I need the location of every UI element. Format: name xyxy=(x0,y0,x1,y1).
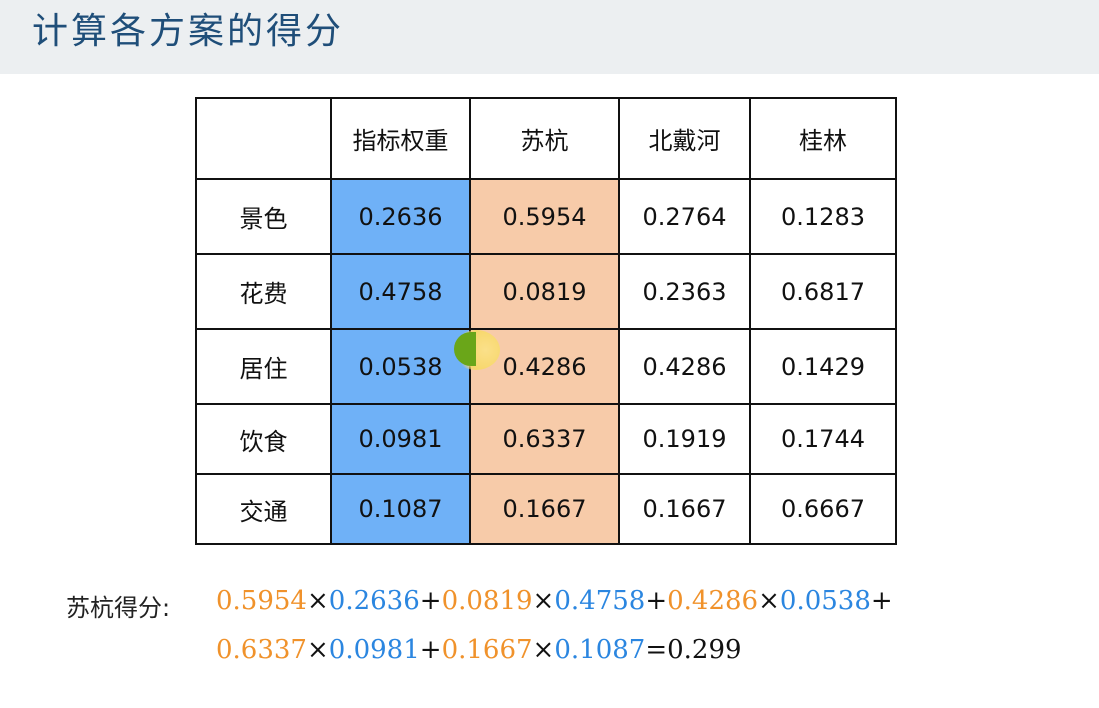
score-table: 指标权重 苏杭 北戴河 桂林 景色 0.2636 0.5954 0.2764 0… xyxy=(195,97,897,545)
suhang-cell: 0.5954 xyxy=(469,178,620,255)
times-symbol: × xyxy=(758,586,780,616)
formula-score-term: 0.4286 xyxy=(667,586,759,616)
table-row: 花费 0.4758 0.0819 0.2363 0.6817 xyxy=(195,253,897,330)
times-symbol: × xyxy=(306,586,329,616)
formula-score-term: 0.5954 xyxy=(216,586,307,616)
plus-symbol: + xyxy=(645,586,668,616)
beidaihe-cell: 0.2363 xyxy=(618,253,751,330)
suhang-cell: 0.6337 xyxy=(469,403,620,475)
table-header-row: 指标权重 苏杭 北戴河 桂林 xyxy=(195,97,897,180)
header-cell-empty xyxy=(195,97,332,180)
plus-symbol: + xyxy=(419,586,442,616)
row-label: 交通 xyxy=(195,473,332,545)
formula-weight-term: 0.0981 xyxy=(328,635,420,665)
weight-cell: 0.0538 xyxy=(330,328,471,405)
formula-label: 苏杭得分: xyxy=(66,594,171,622)
row-label: 饮食 xyxy=(195,403,332,475)
beidaihe-cell: 0.1919 xyxy=(618,403,751,475)
table-row: 交通 0.1087 0.1667 0.1667 0.6667 xyxy=(195,473,897,545)
table-row: 饮食 0.0981 0.6337 0.1919 0.1744 xyxy=(195,403,897,475)
formula-weight-term: 0.0538 xyxy=(779,586,871,616)
times-symbol: × xyxy=(306,635,329,665)
header-cell-suhang: 苏杭 xyxy=(469,97,620,180)
weight-cell: 0.0981 xyxy=(330,403,471,475)
guilin-cell: 0.6667 xyxy=(749,473,897,545)
formula-weight-term: 0.2636 xyxy=(328,586,420,616)
suhang-cell: 0.0819 xyxy=(469,253,620,330)
row-label: 居住 xyxy=(195,328,332,405)
guilin-cell: 0.6817 xyxy=(749,253,897,330)
header-cell-weight: 指标权重 xyxy=(330,97,471,180)
suhang-cell: 0.1667 xyxy=(469,473,620,545)
formula-result: 0.299 xyxy=(667,635,742,665)
weight-cell: 0.4758 xyxy=(330,253,471,330)
plus-symbol: + xyxy=(419,635,442,665)
table-row: 居住 0.0538 0.4286 0.4286 0.1429 xyxy=(195,328,897,405)
times-symbol: × xyxy=(532,635,555,665)
weight-cell: 0.2636 xyxy=(330,178,471,255)
row-label: 景色 xyxy=(195,178,332,255)
times-symbol: × xyxy=(532,586,555,616)
weight-cell: 0.1087 xyxy=(330,473,471,545)
formula-weight-term: 0.4758 xyxy=(554,586,646,616)
equals-symbol: = xyxy=(645,635,668,665)
guilin-cell: 0.1744 xyxy=(749,403,897,475)
guilin-cell: 0.1429 xyxy=(749,328,897,405)
guilin-cell: 0.1283 xyxy=(749,178,897,255)
title-bar: 计算各方案的得分 xyxy=(0,0,1099,74)
formula-line-1: 0.5954×0.2636+0.0819×0.4758+0.4286×0.053… xyxy=(216,586,893,616)
beidaihe-cell: 0.2764 xyxy=(618,178,751,255)
slide-title: 计算各方案的得分 xyxy=(32,11,345,52)
header-cell-beidaihe: 北戴河 xyxy=(618,97,751,180)
formula-weight-term: 0.1087 xyxy=(554,635,646,665)
header-cell-guilin: 桂林 xyxy=(749,97,897,180)
formula-line-2: 0.6337×0.0981+0.1667×0.1087=0.299 xyxy=(216,635,742,665)
row-label: 花费 xyxy=(195,253,332,330)
beidaihe-cell: 0.1667 xyxy=(618,473,751,545)
table-row: 景色 0.2636 0.5954 0.2764 0.1283 xyxy=(195,178,897,255)
formula-score-term: 0.1667 xyxy=(441,635,533,665)
formula-score-term: 0.0819 xyxy=(441,586,533,616)
formula-score-term: 0.6337 xyxy=(216,635,307,665)
beidaihe-cell: 0.4286 xyxy=(618,328,751,405)
plus-symbol: + xyxy=(870,586,893,616)
